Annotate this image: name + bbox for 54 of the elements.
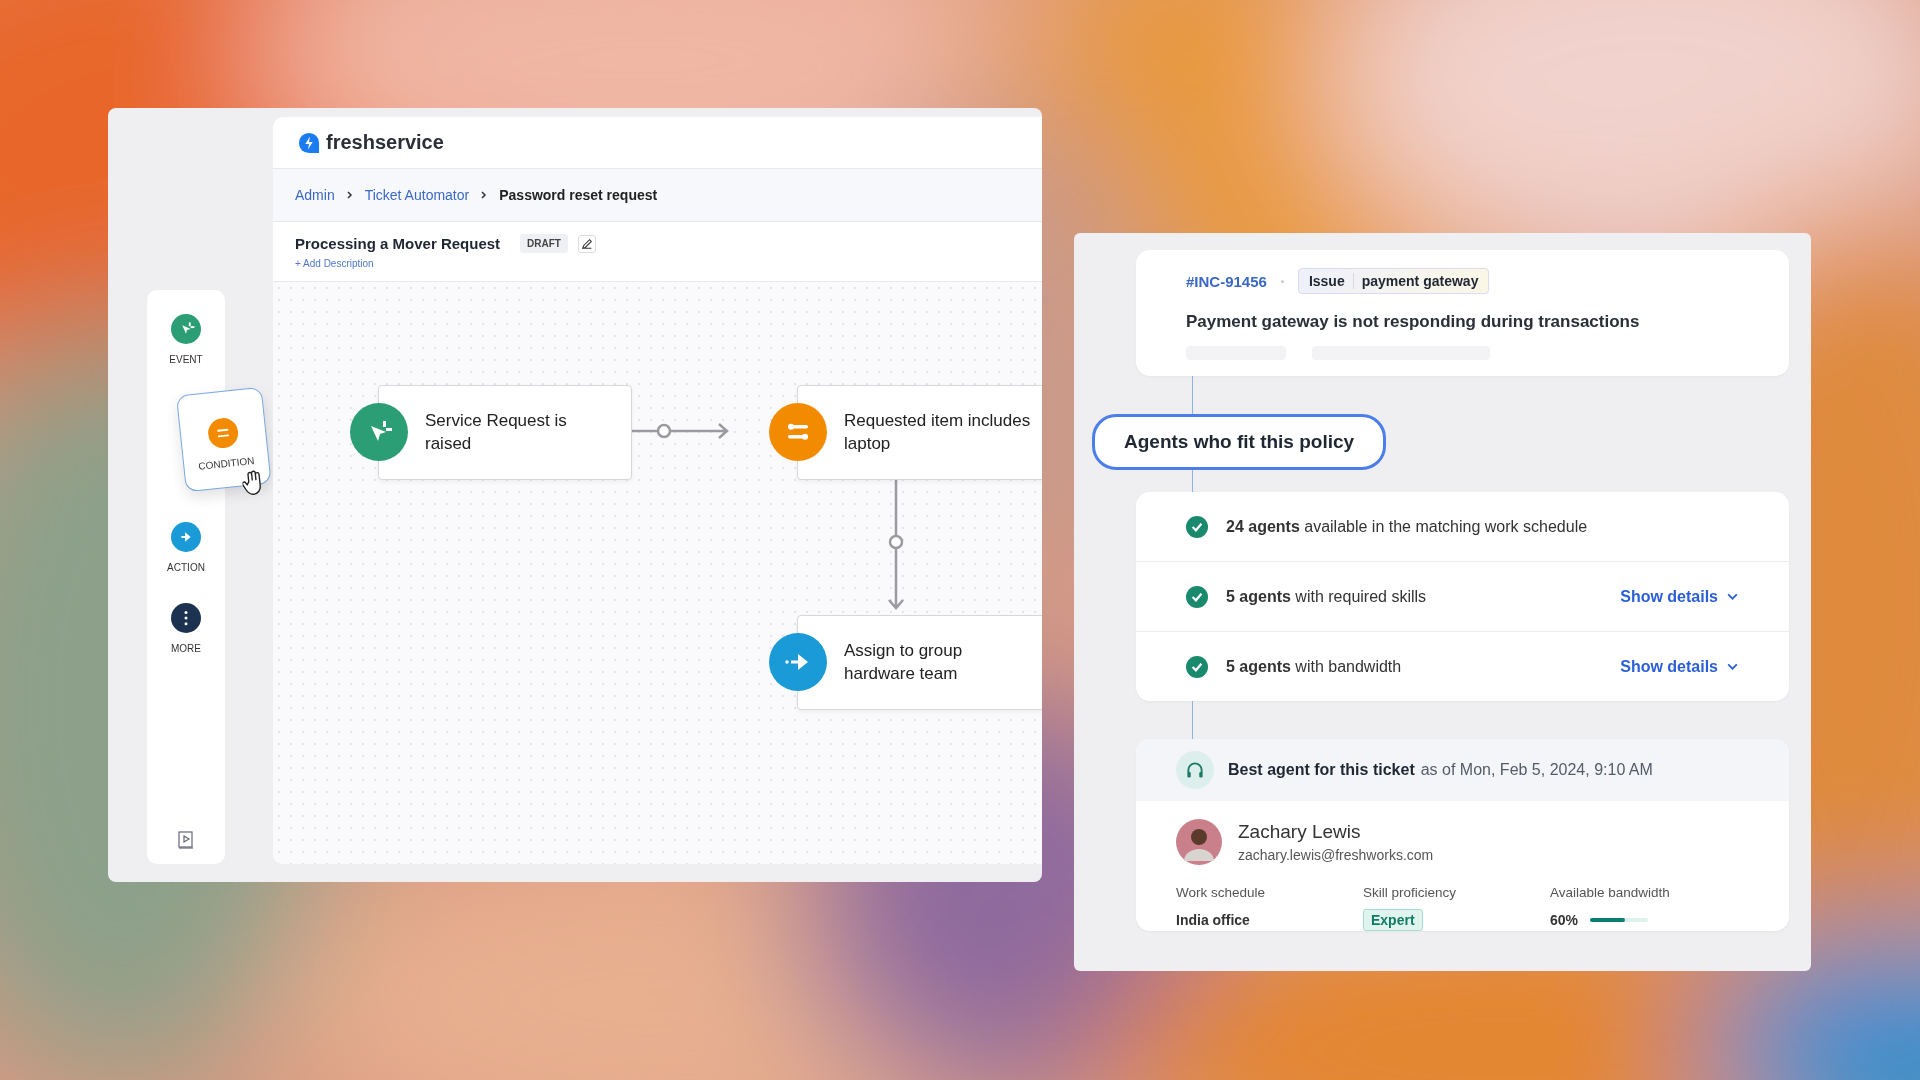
palette-item[interactable]: EVENT xyxy=(169,314,203,365)
timestamp: as of Mon, Feb 5, 2024, 9:10 AM xyxy=(1420,761,1653,779)
more-icon xyxy=(171,603,201,633)
agent-email: zachary.lewis@freshworks.com xyxy=(1238,847,1434,863)
best-agent-title: Best agent for this ticket xyxy=(1228,761,1415,779)
workflow-node-card[interactable]: Service Request is raised xyxy=(378,385,632,480)
chevron-right-icon xyxy=(344,190,355,200)
connector-line xyxy=(1192,470,1193,492)
pencil-icon xyxy=(580,237,593,250)
node-label: Requested item includes laptop xyxy=(844,409,1032,455)
check-text: 24 agents available in the matching work schedule xyxy=(1226,517,1589,536)
check-text: 5 agents with bandwidth xyxy=(1226,657,1403,676)
event-node-icon xyxy=(350,403,408,461)
field-label: Work schedule xyxy=(1176,885,1266,900)
video-guide-icon[interactable] xyxy=(176,830,196,850)
ticket-id-link[interactable]: #INC-91456 xyxy=(1186,272,1267,290)
policy-pill: Agents who fit this policy xyxy=(1092,414,1387,470)
node-label: Service Request is raised xyxy=(425,409,568,455)
event-icon xyxy=(171,314,201,344)
agent-name: Zachary Lewis xyxy=(1238,821,1362,843)
ticket-subject: Payment gateway is not responding during transactions xyxy=(1186,312,1641,332)
palette-item[interactable]: ACTION xyxy=(167,522,205,573)
status-badge: DRAFT xyxy=(520,234,568,253)
bandwidth-meter xyxy=(1590,918,1649,922)
breadcrumb-current: Password reset request xyxy=(499,187,658,203)
connector-line xyxy=(1192,701,1193,739)
edit-button[interactable] xyxy=(577,234,596,253)
action-node-icon xyxy=(769,633,827,691)
tag-label: Issue xyxy=(1308,273,1345,289)
field-label: Available bandwidth xyxy=(1550,885,1670,900)
breadcrumb-link[interactable]: Ticket Automator xyxy=(364,187,470,203)
condition-node-icon xyxy=(769,403,827,461)
skill-tag: Expert xyxy=(1363,909,1423,931)
show-details-link[interactable]: Show details xyxy=(1620,657,1739,676)
action-icon xyxy=(171,522,201,552)
logo-text: freshservice xyxy=(326,131,444,154)
field-value: India office xyxy=(1176,912,1250,928)
field-label: Skill proficiency xyxy=(1363,885,1457,900)
lightning-logo-icon xyxy=(298,131,320,154)
condition-icon xyxy=(206,416,240,450)
palette-item[interactable]: MORE xyxy=(171,603,201,654)
headset-icon xyxy=(1176,751,1214,789)
workflow-node-card[interactable]: Requested item includes laptop xyxy=(797,385,1042,480)
tag-value: payment gateway xyxy=(1352,273,1479,289)
field-value: 60% xyxy=(1550,912,1579,928)
connector-line xyxy=(1192,376,1193,414)
node-label: Assign to group hardware team xyxy=(844,639,964,685)
add-description-link[interactable]: + Add Description xyxy=(295,258,374,269)
avatar xyxy=(1176,819,1222,865)
check-text: 5 agents with required skills xyxy=(1226,587,1428,606)
show-details-link[interactable]: Show details xyxy=(1620,587,1739,606)
workflow-node-card[interactable]: Assign to group hardware team xyxy=(797,615,1042,710)
breadcrumb-link[interactable]: Admin xyxy=(295,187,335,203)
workflow-title: Processing a Mover Request xyxy=(295,235,501,252)
